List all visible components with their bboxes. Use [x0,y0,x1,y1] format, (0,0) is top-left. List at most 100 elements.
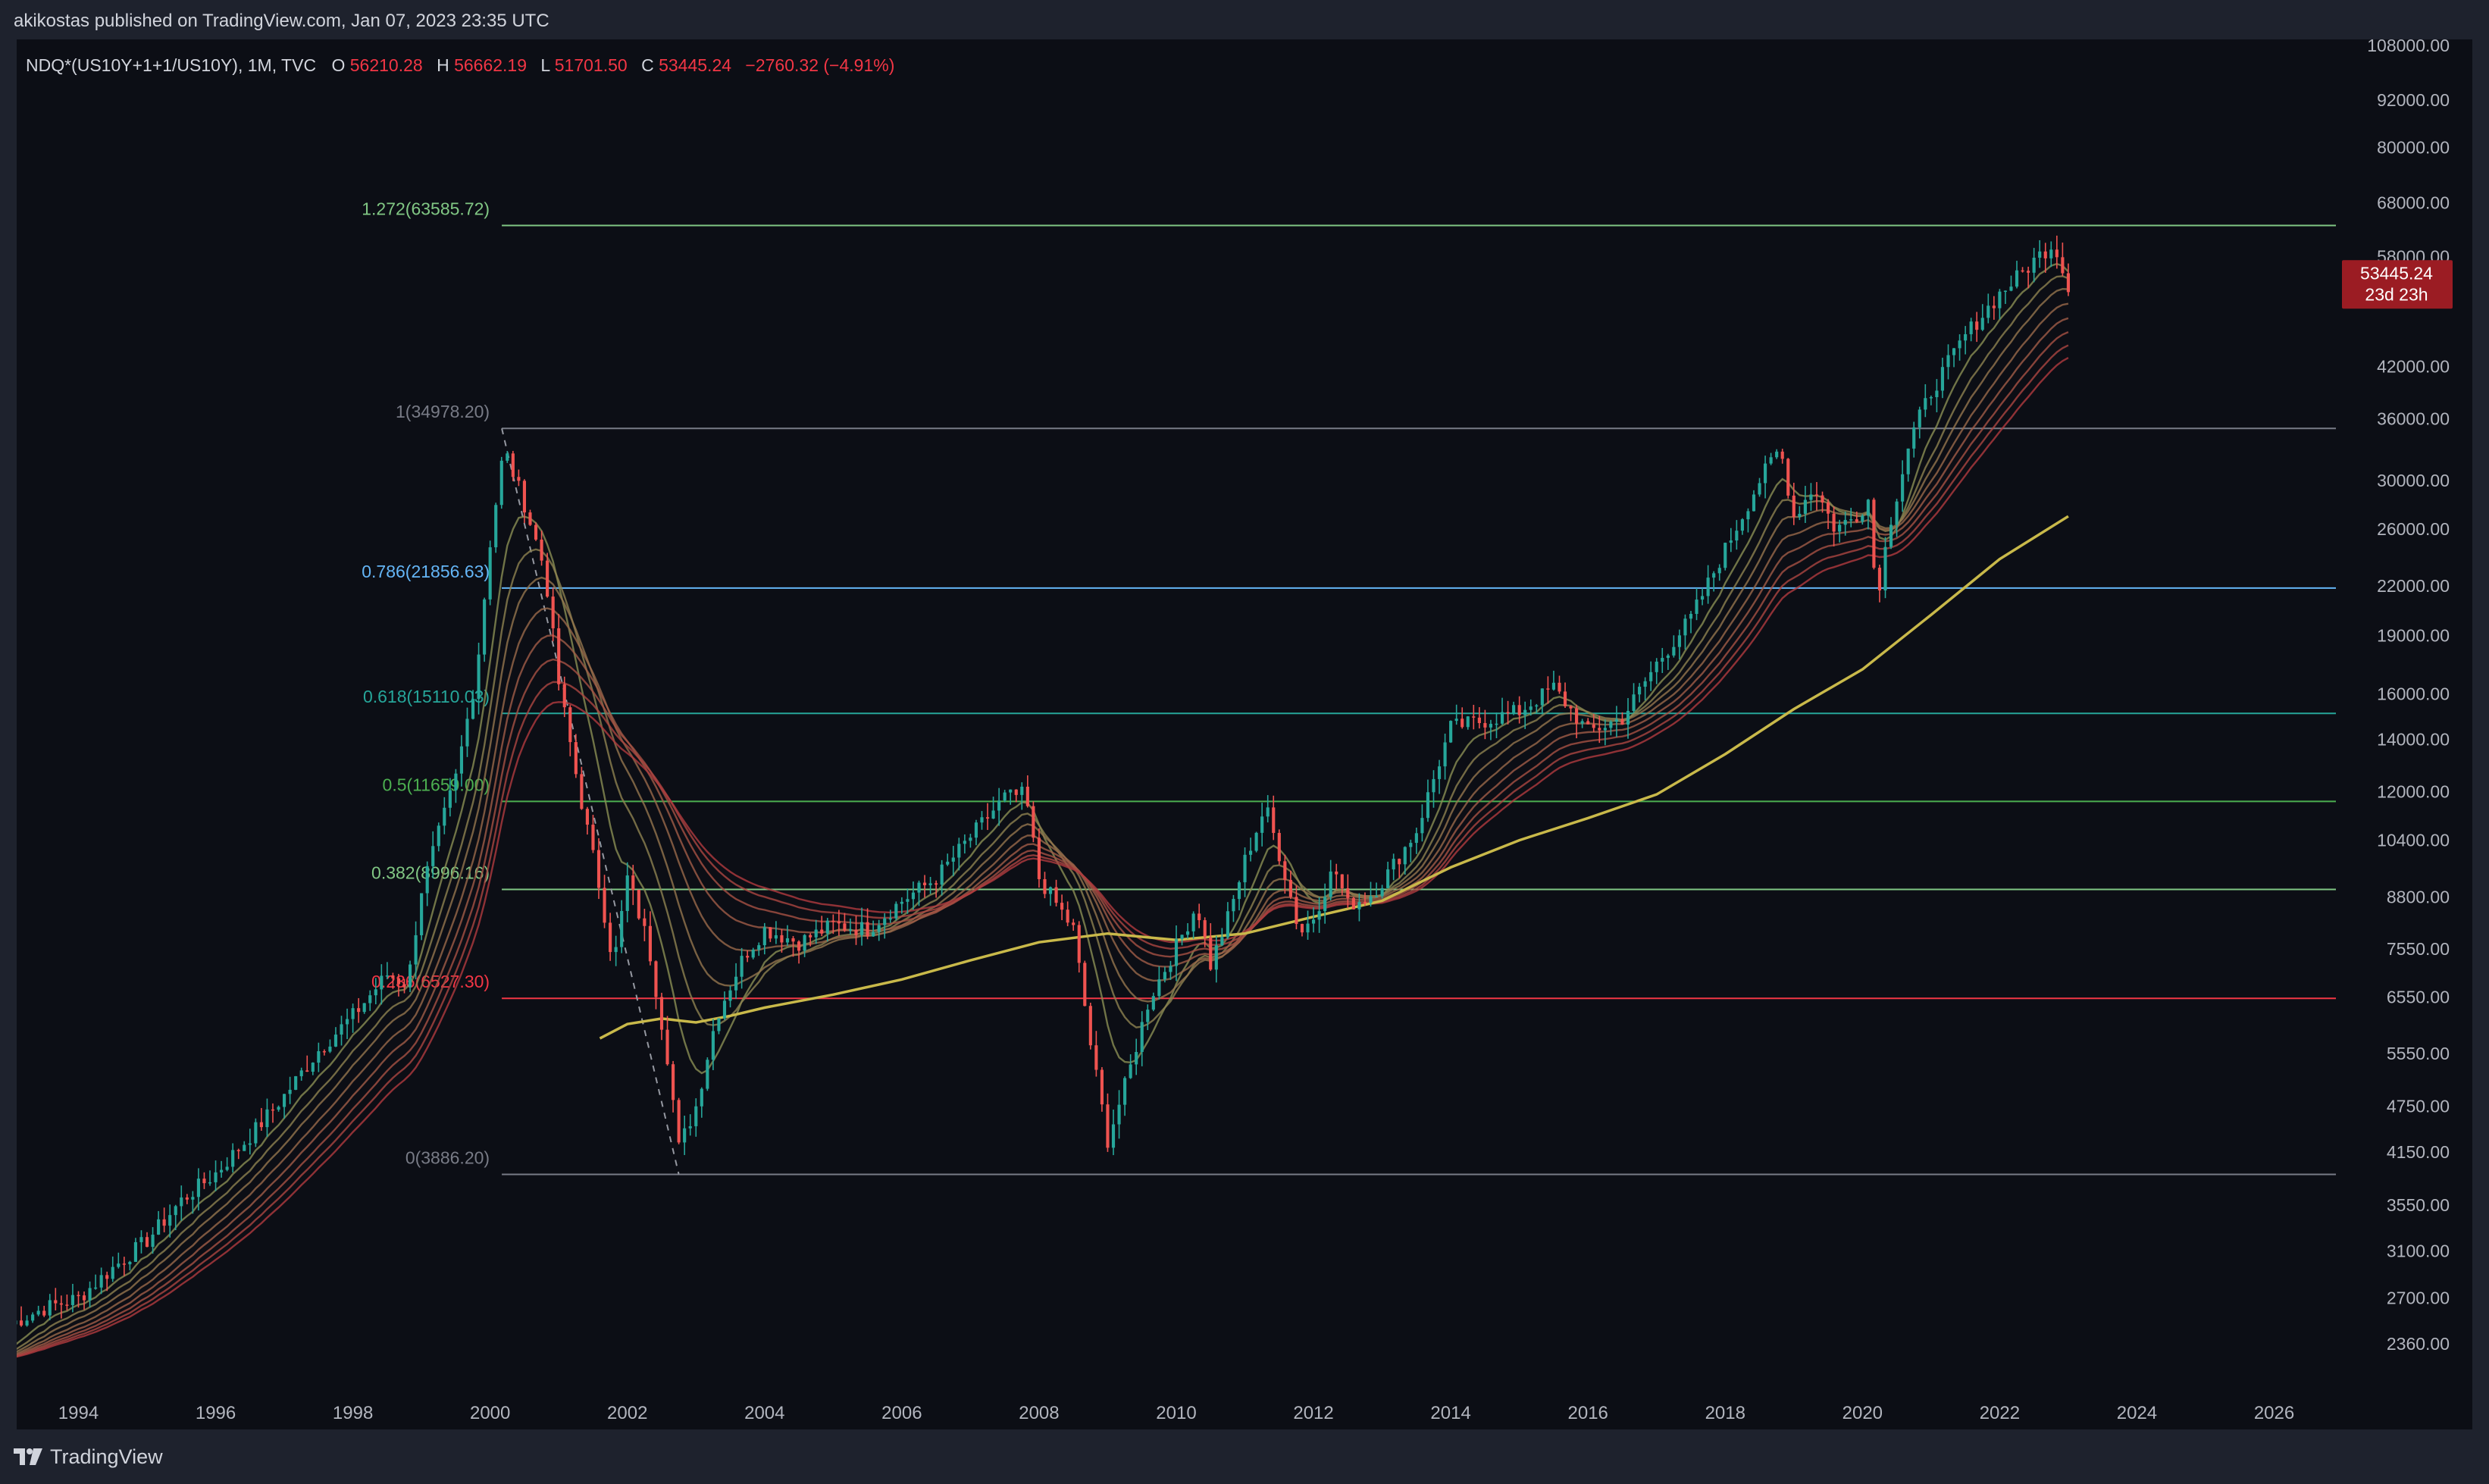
candle-body [477,654,481,700]
chart-canvas[interactable]: 1.272(63585.72) 1(34978.20) 0.786(21856.63… [17,39,2472,1429]
price-axis-tick-label: 12000.00 [2377,781,2450,801]
candle-body [1620,719,1624,725]
candle-body [900,901,903,904]
candle-body [1523,709,1527,715]
candle-body [991,810,995,819]
candle [1661,647,1664,673]
candle [706,1057,709,1091]
candle-body [180,1197,183,1207]
candle-body [769,927,772,939]
candle-body [1351,897,1355,909]
legend-change: −2760.32 (−4.91%) [745,55,894,75]
candle-body [2003,290,2008,293]
candle-body [506,453,509,461]
candle-body [854,929,858,935]
candle-body [1461,719,1464,728]
candle [734,963,738,1000]
candle-body [511,453,515,477]
candlestick-series [17,235,2070,1327]
price-axis-tick-label: 92000.00 [2377,90,2450,110]
candle [1987,293,1990,324]
candle-body [1243,854,1247,883]
candle [1563,682,1567,708]
candle-body [99,1275,103,1288]
candle [2049,241,2053,268]
candle [1146,1004,1150,1031]
candle-body [1088,1006,1092,1046]
candle [866,908,869,940]
candle [1426,779,1430,822]
candle [1191,911,1195,939]
candle-body [1232,899,1235,912]
fibonacci-retracement[interactable]: 1.272(63585.72) 1(34978.20) 0.786(21856.63… [362,199,2472,1176]
candle [1763,456,1767,499]
candle-body [128,1261,132,1265]
candle [672,1060,675,1113]
candle [254,1118,258,1147]
candle [1135,1038,1138,1075]
candle-body [1677,635,1681,647]
candle [1998,289,2002,320]
candle-body [305,1070,309,1072]
candle [1449,720,1453,744]
candle-body [414,935,418,965]
candle [1226,902,1229,940]
footer-brand[interactable]: TradingView [50,1445,163,1469]
candle [443,797,446,834]
candle [1020,782,1024,810]
time-axis-tick-label: 1998 [333,1403,373,1423]
candle [1889,517,1893,549]
candle-body [70,1295,75,1305]
candle-body [751,950,755,958]
candle-body [974,822,978,838]
symbol-legend[interactable]: NDQ*(US10Y+1+1/US10Y), 1M, TVC O 56210.2… [26,55,894,75]
candle-body [1117,1104,1121,1125]
candle [1009,789,1013,805]
candle [1643,677,1647,701]
candle [351,1003,355,1033]
candle [1300,923,1304,937]
price-axis[interactable]: 108000.0092000.0080000.0068000.0058000.0… [2336,39,2472,1429]
candle-body [614,947,618,953]
candle [1094,1031,1098,1077]
candle-body [448,790,452,808]
candle-body [54,1300,58,1304]
candle [1901,460,1905,512]
candle [1626,698,1630,739]
candle [517,469,521,487]
candle [1689,611,1693,634]
candle-body [1735,531,1739,541]
tradingview-logo-icon[interactable] [14,1448,42,1465]
candle-body [236,1150,240,1151]
candle-body [1374,896,1379,897]
candle [1414,827,1418,854]
candle-body [866,922,869,937]
fib-level-label: 0.5(11659.00) [383,775,490,794]
candle [1809,483,1813,511]
candle-body [551,596,555,628]
candle-body [1009,789,1013,793]
candle [1701,587,1705,606]
candle [540,531,543,566]
candle-body [357,1008,361,1013]
candle-body [1272,807,1276,833]
candle-body [1437,766,1442,779]
candle [1437,759,1442,794]
candle [1614,706,1618,737]
candle [317,1042,321,1072]
candle-body [814,929,818,938]
candle [1551,670,1556,691]
candle-body [1946,355,1950,368]
price-axis-tick-label: 3100.00 [2387,1241,2450,1261]
candle-body [1849,519,1853,521]
candle [1198,903,1201,928]
candle-body [145,1237,149,1248]
candle [1746,508,1750,533]
candle-body [694,1106,698,1126]
candle [345,1008,349,1039]
candle [1100,1066,1104,1112]
time-axis[interactable]: 1994 1996 1998 2000 2002 2004 2006 2008 2010 2012… [58,1403,2294,1423]
candle-body [1300,924,1304,933]
price-axis-tick-label: 3550.00 [2387,1195,2450,1215]
time-axis-tick-label: 2026 [2254,1403,2294,1423]
